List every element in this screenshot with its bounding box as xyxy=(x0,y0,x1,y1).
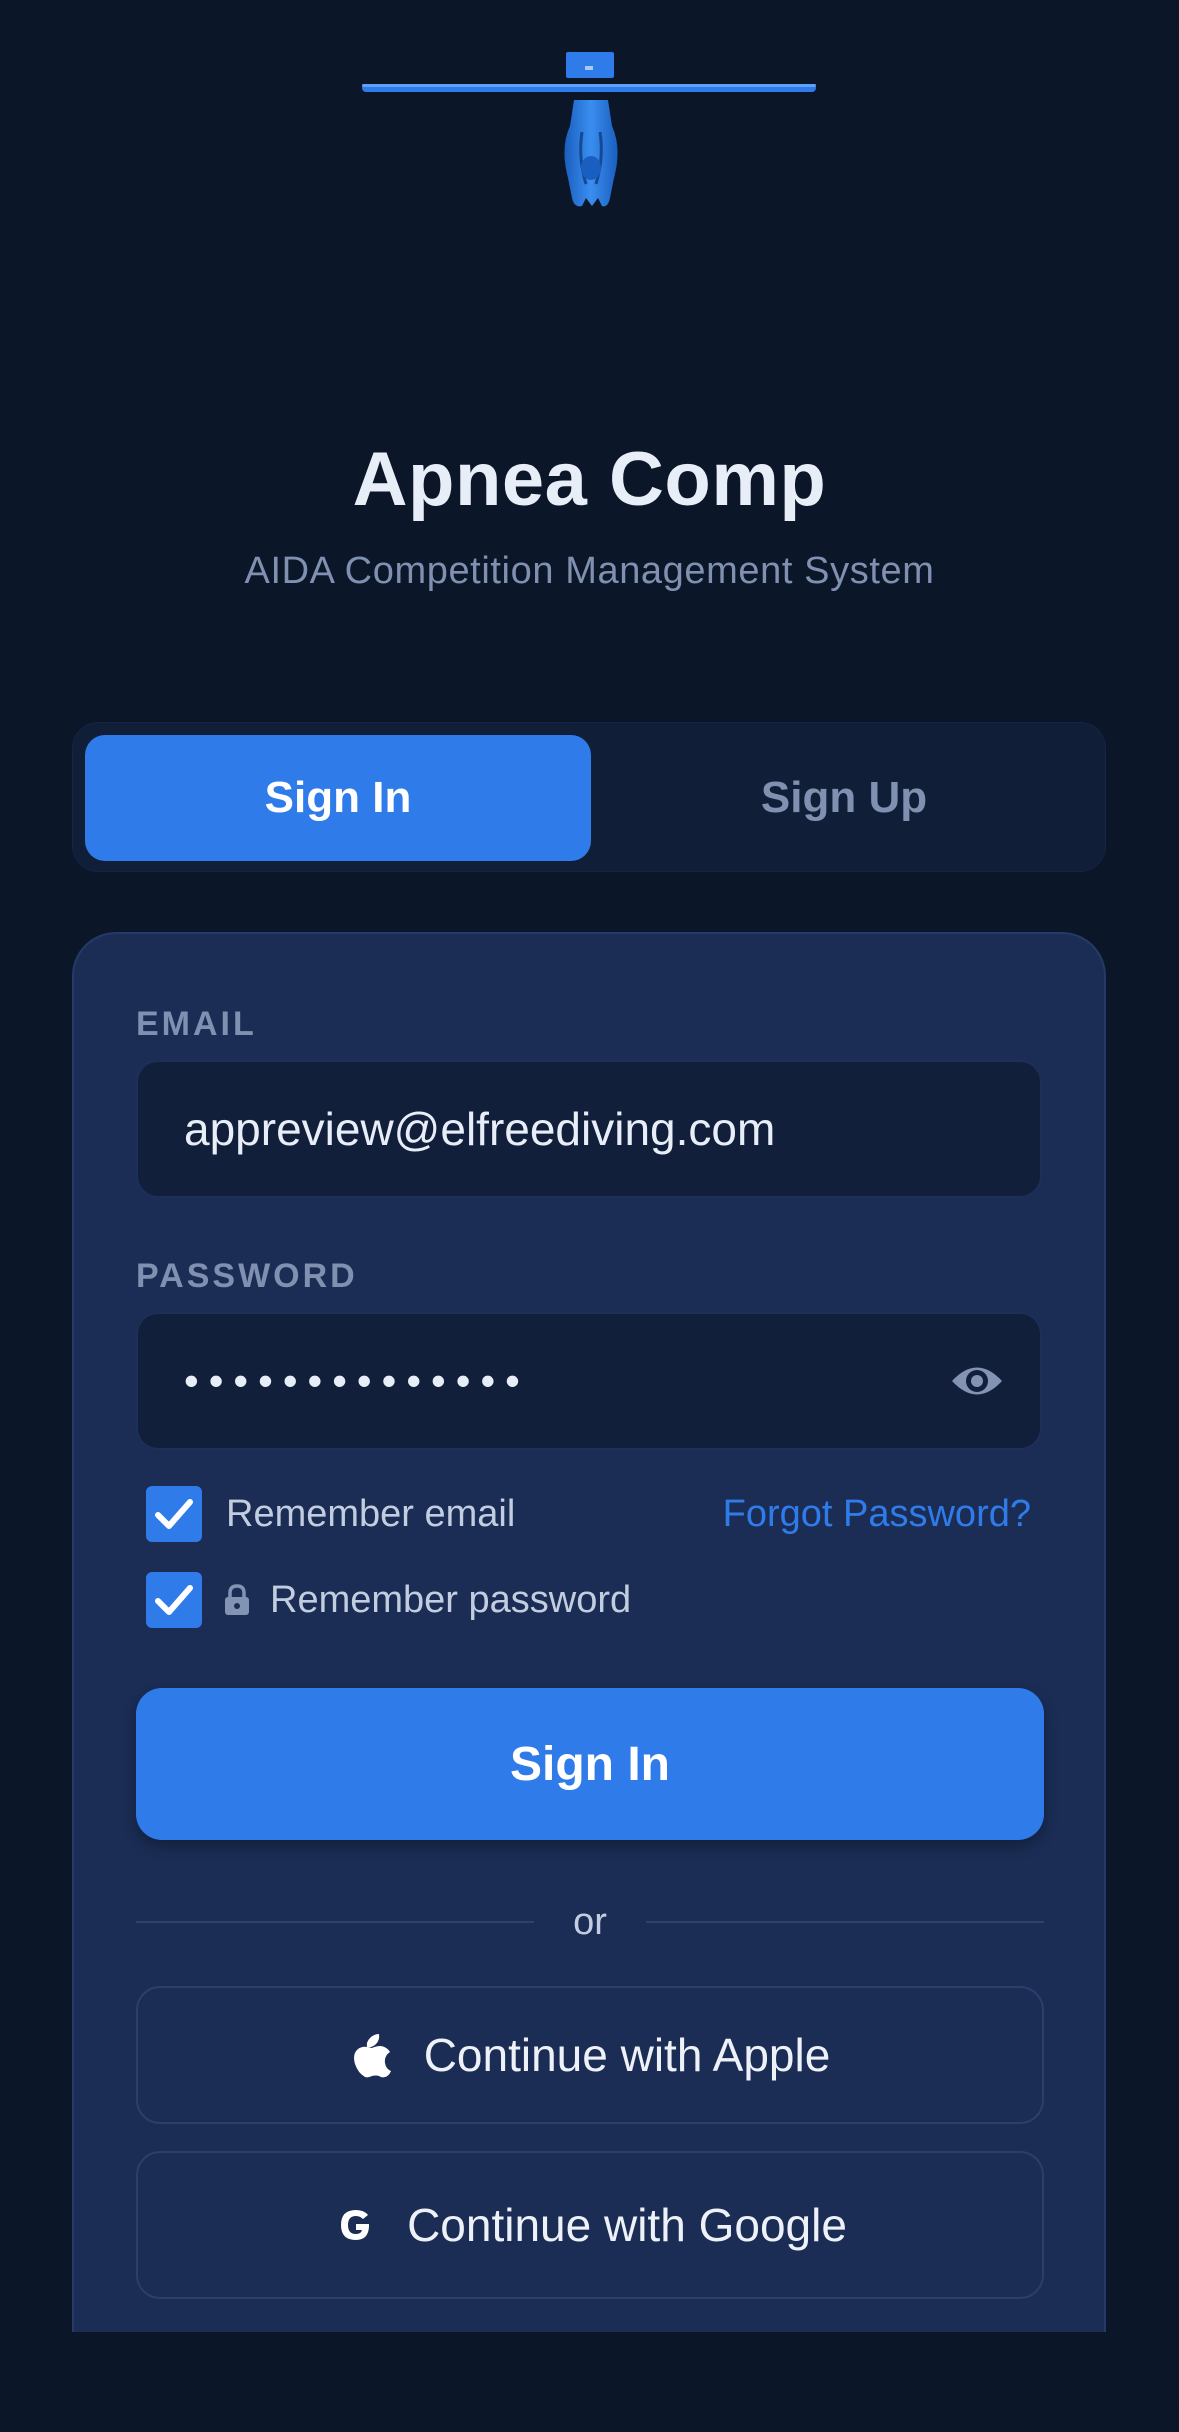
checkmark-icon xyxy=(155,1585,193,1615)
auth-mode-tabs: Sign In Sign Up xyxy=(72,722,1106,872)
freediver-logo-icon xyxy=(362,52,816,207)
password-field[interactable]: •••••••••••••• xyxy=(136,1312,1042,1450)
apple-icon xyxy=(350,2033,394,2078)
remember-password-label: Remember password xyxy=(270,1578,632,1621)
remember-password-checkbox[interactable] xyxy=(146,1572,202,1628)
remember-email-row[interactable]: Remember email xyxy=(146,1486,515,1542)
google-g-icon xyxy=(333,2203,377,2247)
remember-password-row[interactable]: Remember password xyxy=(146,1572,631,1628)
email-value: appreview@elfreediving.com xyxy=(184,1103,776,1155)
email-label: EMAIL xyxy=(136,1005,257,1043)
forgot-password-link[interactable]: Forgot Password? xyxy=(723,1486,1031,1542)
or-divider: or xyxy=(136,1894,1044,1950)
eye-icon[interactable] xyxy=(950,1358,1004,1404)
google-button-label: Continue with Google xyxy=(407,2199,847,2251)
remember-email-label: Remember email xyxy=(226,1492,516,1535)
lock-icon xyxy=(225,1584,249,1615)
remember-email-checkbox[interactable] xyxy=(146,1486,202,1542)
continue-with-google-button[interactable]: Continue with Google xyxy=(136,2151,1044,2299)
divider-or-text: or xyxy=(573,1901,607,1943)
tab-sign-up[interactable]: Sign Up xyxy=(591,735,1097,861)
checkmark-icon xyxy=(155,1499,193,1529)
app-title: Apnea Comp xyxy=(352,437,827,522)
sign-in-button[interactable]: Sign In xyxy=(136,1688,1044,1840)
email-field[interactable]: appreview@elfreediving.com xyxy=(136,1060,1042,1198)
screen: Apnea Comp AIDA Competition Management S… xyxy=(0,0,1179,2432)
apple-button-label: Continue with Apple xyxy=(423,2029,831,2081)
continue-with-apple-button[interactable]: Continue with Apple xyxy=(136,1986,1044,2124)
tab-sign-in[interactable]: Sign In xyxy=(85,735,591,861)
app-subtitle: AIDA Competition Management System xyxy=(244,550,935,592)
password-mask: •••••••••••••• xyxy=(184,1357,530,1404)
password-label: PASSWORD xyxy=(136,1257,358,1295)
